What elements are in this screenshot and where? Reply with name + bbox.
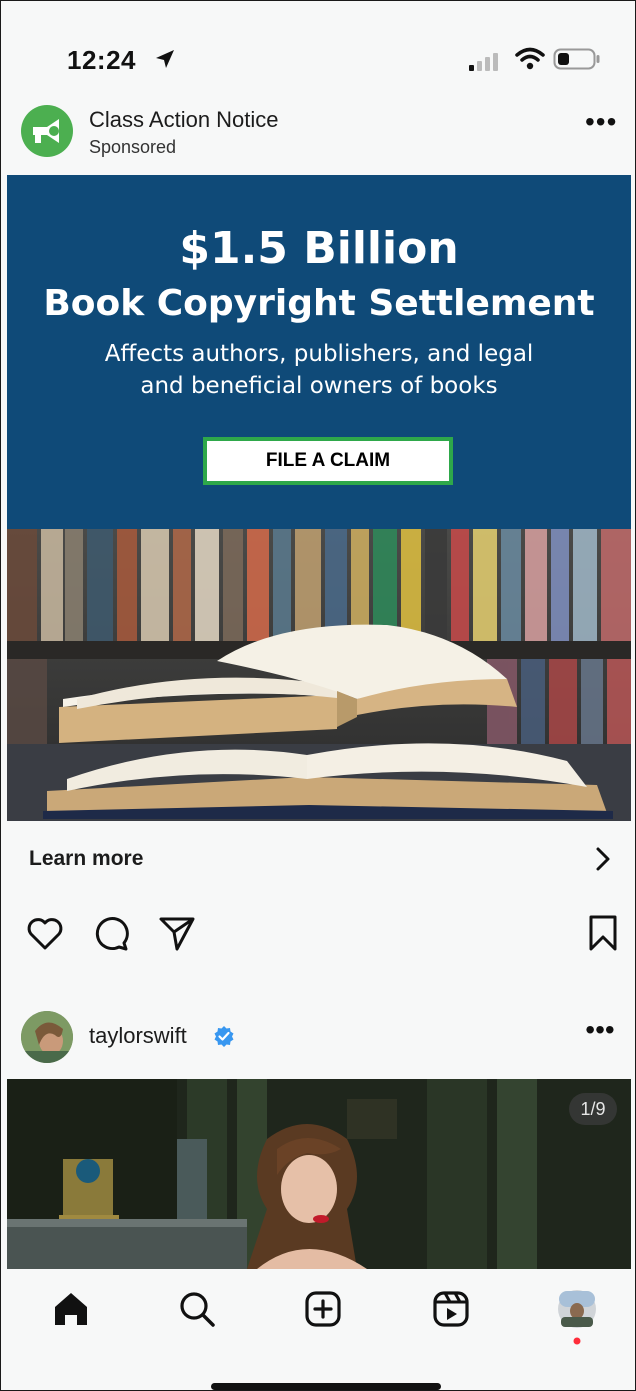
notification-dot-icon bbox=[573, 1337, 581, 1345]
home-indicator bbox=[211, 1383, 441, 1390]
ad-account-avatar[interactable] bbox=[21, 105, 73, 157]
profile-avatar-icon bbox=[558, 1290, 596, 1328]
ad-headline: $1.5 Billion bbox=[179, 223, 459, 274]
ad-subheadline: Book Copyright Settlement bbox=[43, 283, 595, 324]
battery-icon bbox=[553, 48, 600, 70]
wifi-icon bbox=[515, 47, 545, 70]
bookmark-icon[interactable] bbox=[583, 913, 623, 953]
post-image[interactable]: 1/9 bbox=[7, 1079, 631, 1269]
home-icon[interactable] bbox=[51, 1289, 91, 1329]
reels-icon[interactable] bbox=[431, 1289, 471, 1329]
avatar[interactable] bbox=[21, 1011, 73, 1063]
more-options-icon[interactable]: ••• bbox=[585, 1016, 615, 1045]
ad-body-line-1: Affects authors, publishers, and legal bbox=[104, 341, 534, 367]
cellular-signal-icon bbox=[469, 53, 498, 71]
open-books-illustration bbox=[7, 529, 631, 821]
bottom-tab-bar bbox=[7, 1269, 631, 1390]
search-icon[interactable] bbox=[177, 1289, 217, 1329]
phone-screen: 12:24 Class Action Notice Sponsored ••• … bbox=[0, 0, 636, 1391]
ad-body-line-2: and beneficial owners of books bbox=[140, 373, 498, 399]
learn-more-row[interactable]: Learn more bbox=[7, 821, 631, 896]
profile-tab[interactable] bbox=[557, 1289, 597, 1345]
ad-post-header: Class Action Notice Sponsored ••• bbox=[7, 97, 631, 175]
username[interactable]: taylorswift bbox=[89, 1023, 187, 1049]
create-post-icon[interactable] bbox=[303, 1289, 343, 1329]
learn-more-link[interactable]: Learn more bbox=[29, 847, 143, 871]
post-header: taylorswift ••• bbox=[7, 995, 631, 1079]
post-photo bbox=[7, 1079, 631, 1269]
megaphone-icon bbox=[33, 119, 59, 143]
heart-icon[interactable] bbox=[25, 913, 65, 953]
chevron-right-icon bbox=[596, 847, 610, 871]
more-options-icon[interactable]: ••• bbox=[585, 108, 616, 137]
sponsored-label: Sponsored bbox=[89, 137, 177, 157]
share-icon[interactable] bbox=[157, 913, 197, 953]
status-bar: 12:24 bbox=[7, 7, 631, 97]
status-time: 12:24 bbox=[67, 45, 136, 75]
ad-account-name[interactable]: Class Action Notice bbox=[89, 107, 279, 133]
user-avatar-image bbox=[21, 1011, 73, 1063]
ad-banner[interactable]: $1.5 Billion Book Copyright Settlement A… bbox=[7, 175, 631, 529]
verified-badge-icon bbox=[214, 1026, 234, 1047]
location-arrow-icon bbox=[156, 50, 174, 68]
ad-image-books[interactable] bbox=[7, 529, 631, 821]
post-actions bbox=[7, 895, 631, 995]
file-claim-button[interactable]: FILE A CLAIM bbox=[203, 437, 453, 485]
image-counter-badge: 1/9 bbox=[569, 1093, 617, 1125]
comment-icon[interactable] bbox=[91, 913, 131, 953]
